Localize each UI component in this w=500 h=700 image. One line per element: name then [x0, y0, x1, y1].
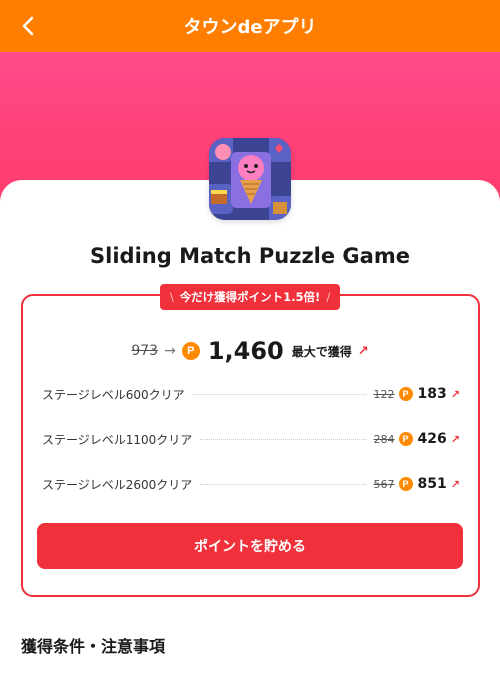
app-header: タウンdeアプリ — [0, 0, 500, 52]
dotted-leader — [200, 483, 366, 485]
promo-badge: \ 今だけ獲得ポイント1.5倍! / — [160, 284, 340, 310]
stage-row: ステージレベル1100クリア 284 P 426 ↗ — [42, 428, 460, 450]
arrow-up-right-icon: ↗ — [450, 477, 460, 491]
badge-decoration: \ — [169, 290, 174, 304]
point-coin-icon: P — [398, 387, 413, 401]
stage-new-points: 851 — [417, 476, 447, 492]
stage-row: ステージレベル2600クリア 567 P 851 ↗ — [42, 473, 460, 495]
arrow-up-right-icon: ↗ — [450, 387, 460, 401]
point-coin-icon: P — [398, 477, 413, 491]
dotted-leader — [200, 438, 366, 440]
arrow-up-right-icon: ↗ — [450, 432, 460, 446]
promo-badge-text: 今だけ獲得ポイント1.5倍! — [179, 290, 321, 304]
stage-label: ステージレベル1100クリア — [42, 432, 193, 447]
stage-old-points: 122 — [373, 387, 395, 401]
point-coin-icon: P — [398, 432, 413, 446]
old-total-points: 973 — [131, 343, 159, 359]
save-points-button[interactable]: ポイントを貯める — [37, 523, 463, 569]
app-icon — [209, 138, 291, 220]
new-total-points: 1,460 — [207, 337, 284, 365]
header-title: タウンdeアプリ — [183, 17, 317, 38]
app-name: Sliding Match Puzzle Game — [90, 244, 410, 268]
total-points-row: 973 → P 1,460 最大で獲得 ↗ — [0, 334, 500, 368]
conditions-section-title: 獲得条件・注意事項 — [21, 637, 166, 656]
badge-decoration: / — [326, 290, 331, 304]
dotted-leader — [192, 393, 366, 395]
max-label: 最大で獲得 — [291, 344, 352, 359]
arrow-up-right-icon: ↗ — [357, 343, 369, 359]
arrow-right-icon: → — [164, 343, 176, 359]
stage-label: ステージレベル2600クリア — [42, 477, 193, 492]
point-coin-icon: P — [181, 342, 200, 360]
stage-label: ステージレベル600クリア — [42, 387, 185, 402]
chevron-left-icon — [22, 16, 34, 36]
back-button[interactable] — [14, 12, 42, 40]
stage-new-points: 426 — [417, 431, 447, 447]
stage-new-points: 183 — [417, 386, 447, 402]
stage-row: ステージレベル600クリア 122 P 183 ↗ — [42, 383, 460, 405]
stage-old-points: 567 — [373, 477, 395, 491]
stage-old-points: 284 — [373, 432, 395, 446]
